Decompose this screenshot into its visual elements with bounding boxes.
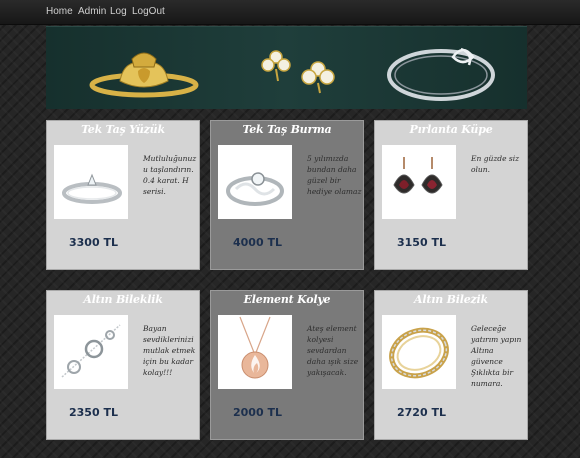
product-image — [218, 315, 292, 389]
product-description: Bayan sevdiklerinizi mutlak etmek için b… — [143, 324, 196, 377]
product-card[interactable]: Altın Bilezik Geleceğe yatırım yapın Alt… — [374, 290, 528, 440]
claddagh-ring-icon — [89, 52, 199, 98]
ruby-earrings-icon — [393, 157, 443, 194]
product-title: Pırlanta Küpe — [409, 123, 493, 136]
product-description: Geleceğe yatırım yapın Altına güvence Şı… — [471, 324, 522, 388]
product-price: 2000 TL — [233, 406, 282, 419]
product-card[interactable]: Element Kolye Ateş element kolyesi sevda… — [210, 290, 364, 440]
product-description: 5 yılımızda bundan daha güzel bir hediye… — [307, 154, 362, 196]
top-navbar: Home Admin Log LogOut — [0, 0, 580, 25]
product-card[interactable]: Tek Taş Yüzük Mutluluğunuzu taşlandırın.… — [46, 120, 200, 270]
product-title: Altın Bilezik — [414, 293, 488, 306]
product-description: Ateş element kolyesi sevdardan daha ışık… — [307, 324, 359, 377]
fire-pendant-icon — [239, 316, 271, 379]
clover-earrings-icon — [261, 50, 335, 94]
hero-banner — [46, 26, 527, 109]
nav-admin-link[interactable]: Admin — [78, 6, 106, 17]
product-image — [382, 315, 456, 389]
product-title: Element Kolye — [243, 293, 331, 306]
product-title: Tek Taş Burma — [242, 123, 332, 136]
product-description: En güzde siz olun. — [471, 154, 520, 174]
product-description: Mutluluğunuzu taşlandırın. 0.4 karat. H … — [143, 154, 197, 196]
product-card[interactable]: Altın Bileklik Bayan sevdiklerinizi mutl… — [46, 290, 200, 440]
product-price: 2720 TL — [397, 406, 446, 419]
product-image — [218, 145, 292, 219]
nav-log-link[interactable]: Log — [110, 6, 127, 17]
product-title: Altın Bileklik — [83, 293, 163, 306]
solitaire-ring-icon — [62, 173, 122, 204]
product-price: 2350 TL — [69, 406, 118, 419]
silver-bangle-icon — [387, 47, 495, 101]
product-image — [382, 145, 456, 219]
product-image — [54, 145, 128, 219]
product-card[interactable]: Pırlanta Küpe En güzde siz olun. 3150 TL — [374, 120, 528, 270]
gold-bangle-icon — [389, 327, 449, 379]
product-card[interactable]: Tek Taş Burma 5 yılımızda bundan daha gü… — [210, 120, 364, 270]
twist-ring-icon — [226, 172, 284, 206]
product-price: 3300 TL — [69, 236, 118, 249]
product-price: 4000 TL — [233, 236, 282, 249]
product-image — [54, 315, 128, 389]
product-price: 3150 TL — [397, 236, 446, 249]
nav-home-link[interactable]: Home — [46, 6, 73, 17]
product-title: Tek Taş Yüzük — [81, 123, 165, 136]
nav-logout-link[interactable]: LogOut — [132, 6, 165, 17]
silver-bracelet-icon — [61, 324, 121, 378]
